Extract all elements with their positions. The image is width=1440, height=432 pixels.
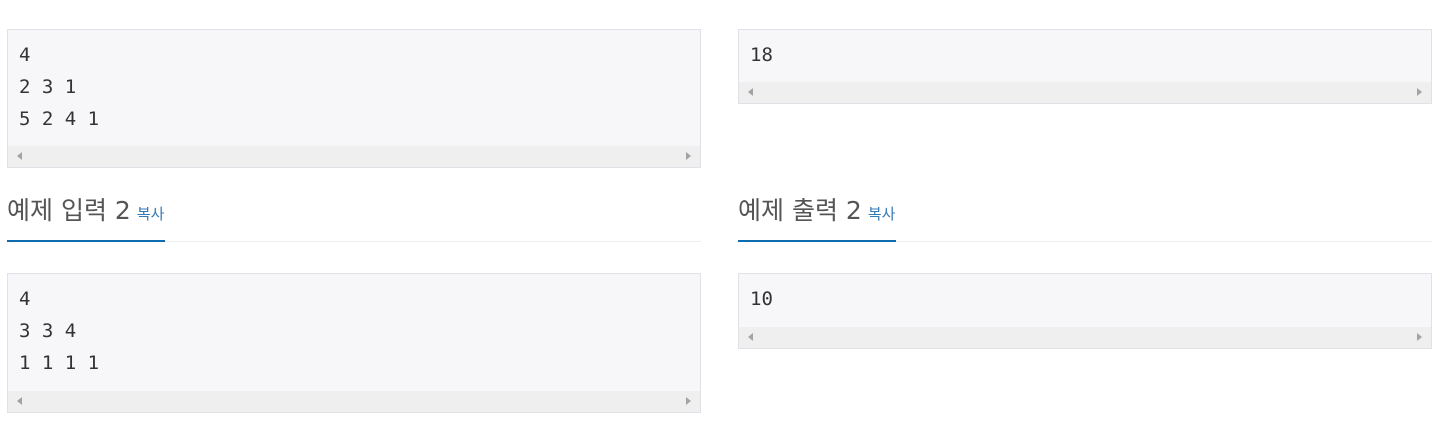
scroll-right-arrow-icon[interactable]: [1417, 333, 1422, 341]
sample-input-2-text: 4 3 3 4 1 1 1 1: [19, 288, 100, 374]
scroll-right-arrow-icon[interactable]: [686, 152, 691, 160]
sample-output-2-title-wrap: 예제 출력 2 복사: [738, 196, 897, 242]
sample-output-2-headline: 예제 출력 2 복사: [738, 196, 1432, 242]
horizontal-scrollbar[interactable]: [739, 82, 1431, 103]
sample-output-2-box: 10: [738, 273, 1432, 349]
scroll-right-arrow-icon[interactable]: [686, 397, 691, 405]
sample-output-2-text: 10: [750, 288, 773, 310]
scroll-left-arrow-icon[interactable]: [748, 88, 753, 96]
horizontal-scrollbar[interactable]: [739, 327, 1431, 348]
scroll-left-arrow-icon[interactable]: [17, 152, 22, 160]
sample-output-1-box: 18: [738, 29, 1432, 104]
sample-input-1-text: 4 2 3 1 5 2 4 1: [19, 44, 100, 130]
sample-input-2-title: 예제 입력 2: [7, 196, 131, 225]
sample-output-1-text: 18: [750, 44, 773, 66]
scroll-left-arrow-icon[interactable]: [748, 333, 753, 341]
scroll-right-arrow-icon[interactable]: [1417, 88, 1422, 96]
sample-input-1-box: 4 2 3 1 5 2 4 1: [7, 29, 701, 168]
sample-input-2-box: 4 3 3 4 1 1 1 1: [7, 273, 701, 413]
sample-input-2-headline: 예제 입력 2 복사: [7, 196, 701, 242]
copy-sample-output-2-button[interactable]: 복사: [868, 203, 896, 224]
sample-input-2-title-wrap: 예제 입력 2 복사: [7, 196, 166, 242]
horizontal-scrollbar[interactable]: [8, 146, 700, 167]
horizontal-scrollbar[interactable]: [8, 391, 700, 412]
scroll-left-arrow-icon[interactable]: [17, 397, 22, 405]
sample-output-2-title: 예제 출력 2: [738, 196, 862, 225]
copy-sample-input-2-button[interactable]: 복사: [137, 203, 165, 224]
